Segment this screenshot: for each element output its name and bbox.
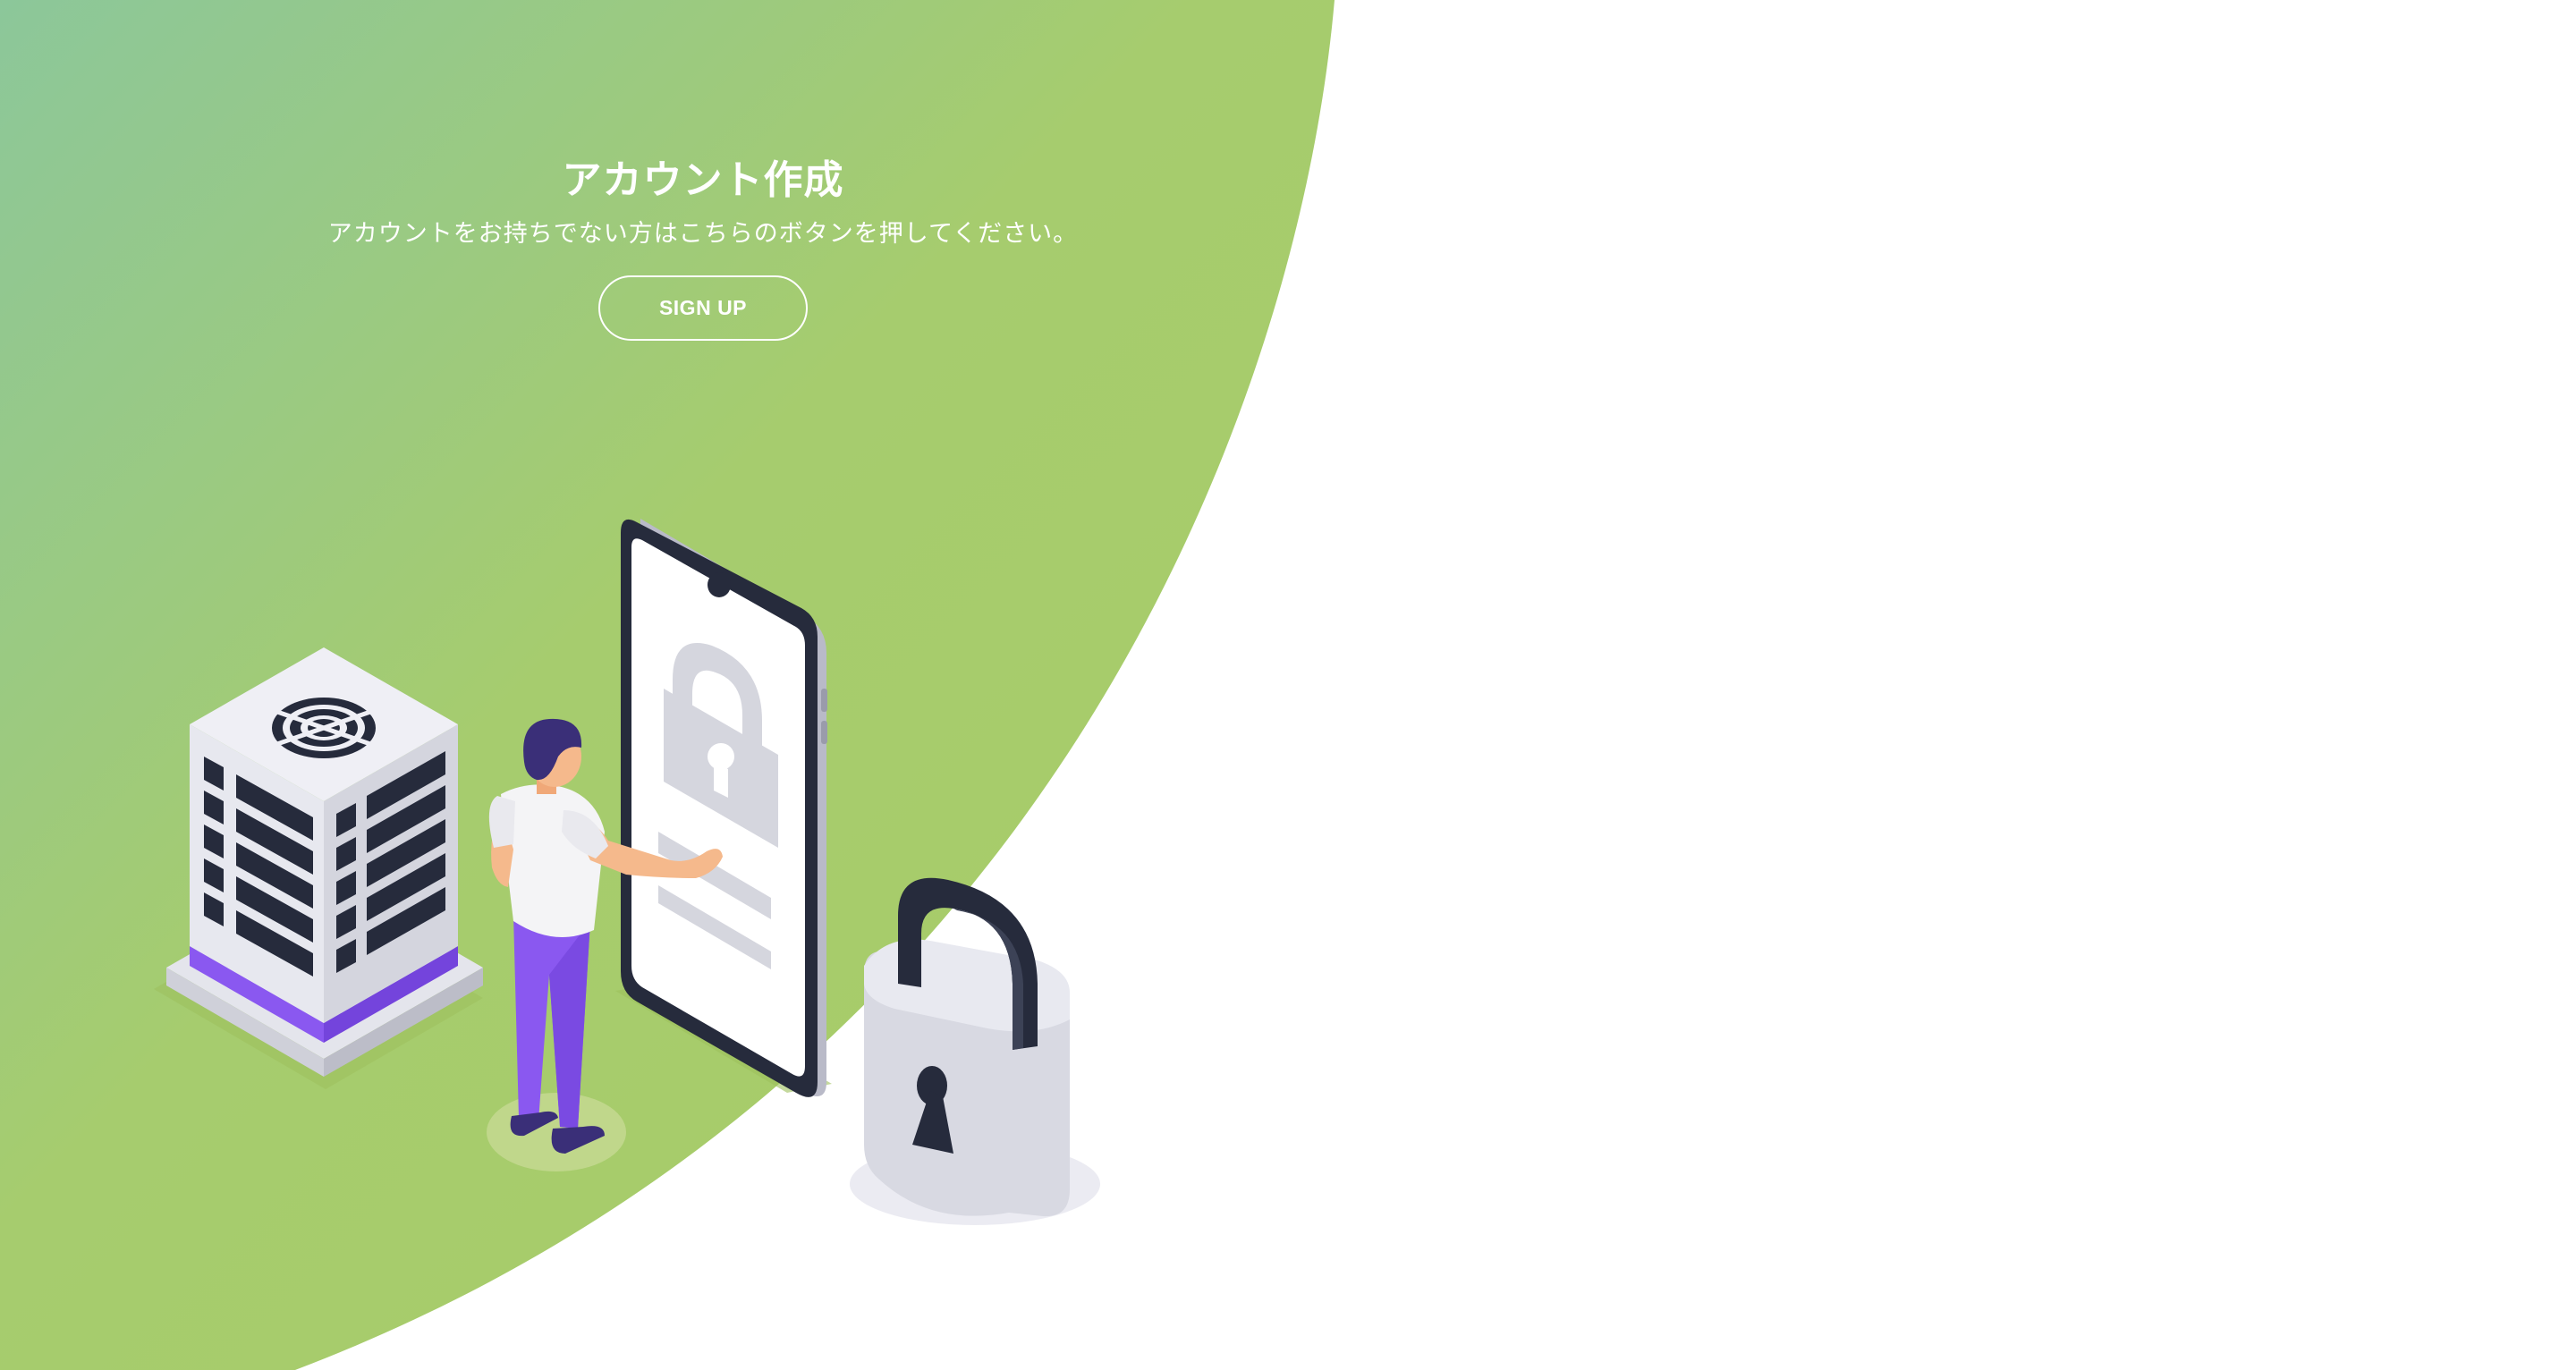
padlock	[850, 877, 1100, 1225]
server-rack	[154, 647, 483, 1089]
fan-grill-icon	[272, 698, 376, 758]
smartphone	[615, 519, 832, 1097]
security-illustration	[154, 519, 1100, 1225]
login-page: アカウント作成 アカウントをお持ちでない方はこちらのボタンを押してください。 S…	[0, 0, 2576, 1370]
